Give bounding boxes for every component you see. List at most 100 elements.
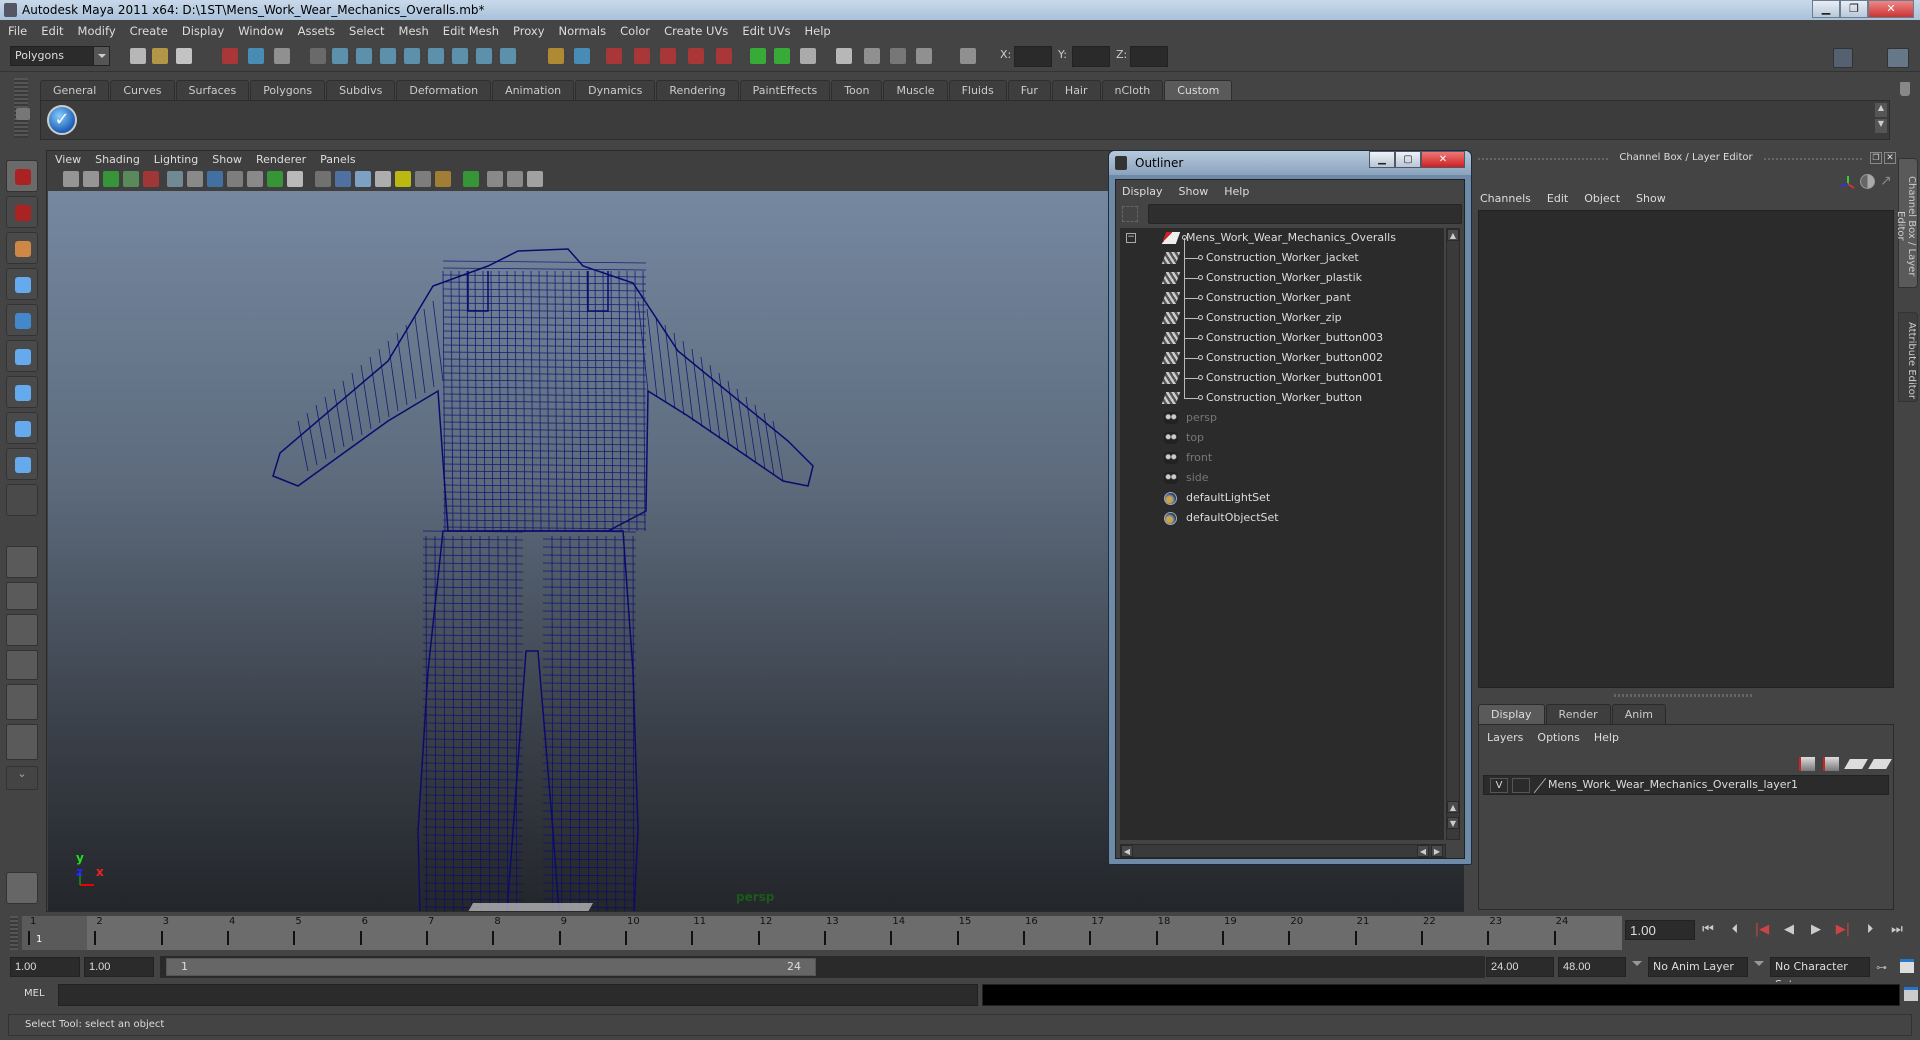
- outliner-item[interactable]: defaultObjectSet: [1120, 508, 1440, 528]
- smooth-shade-icon[interactable]: [335, 171, 351, 187]
- magnet-icon[interactable]: [606, 48, 622, 64]
- outliner-item[interactable]: front: [1120, 448, 1440, 468]
- layer-menu-help[interactable]: Help: [1594, 731, 1619, 744]
- shelf-tab-fluids[interactable]: Fluids: [948, 80, 1007, 100]
- shelf-tab-curves[interactable]: Curves: [110, 80, 175, 100]
- open-scene-icon[interactable]: [152, 48, 168, 64]
- magnet-live-icon[interactable]: [716, 48, 732, 64]
- manipulator-axes-icon[interactable]: [1840, 174, 1856, 190]
- animation-end-field[interactable]: [1558, 957, 1626, 977]
- channel-list[interactable]: [1478, 210, 1894, 688]
- menu-window[interactable]: Window: [238, 24, 283, 38]
- x-field[interactable]: [1014, 46, 1052, 67]
- outliner-maximize-button[interactable]: ▢: [1395, 151, 1421, 168]
- y-field[interactable]: [1072, 46, 1110, 67]
- outliner-title-bar[interactable]: Outliner ▁ ▢ ✕: [1109, 151, 1471, 175]
- outliner-item[interactable]: Construction_Worker_zip: [1120, 308, 1440, 328]
- menu-edit-mesh[interactable]: Edit Mesh: [443, 24, 499, 38]
- panel-menu-lighting[interactable]: Lighting: [154, 153, 198, 166]
- outliner-item[interactable]: top: [1120, 428, 1440, 448]
- menu-create-uvs[interactable]: Create UVs: [664, 24, 728, 38]
- layer-tab-display[interactable]: Display: [1478, 704, 1545, 724]
- snap-point-icon[interactable]: [380, 48, 396, 64]
- select-tool-icon[interactable]: [6, 160, 38, 192]
- shelf-tab-animation[interactable]: Animation: [492, 80, 575, 100]
- range-slider-handle[interactable]: 1 24: [166, 958, 816, 976]
- shelf-tab-surfaces[interactable]: Surfaces: [175, 80, 250, 100]
- lasso-tool-icon[interactable]: [6, 196, 38, 228]
- shelf-tab-toon[interactable]: Toon: [831, 80, 883, 100]
- channel-box-menu-channels[interactable]: Channels: [1480, 192, 1531, 205]
- go-to-start-button[interactable]: ⏮: [1700, 922, 1716, 938]
- shelf-scroll-up-icon[interactable]: ▲: [1875, 103, 1887, 117]
- shelf-tab-subdivs[interactable]: Subdivs: [326, 80, 396, 100]
- xray-components-icon[interactable]: [527, 171, 543, 187]
- auto-key-icon[interactable]: ⊶: [1876, 961, 1887, 974]
- layer-visibility-toggle[interactable]: V: [1490, 778, 1508, 793]
- shadows-icon[interactable]: [435, 171, 451, 187]
- menu-modify[interactable]: Modify: [78, 24, 116, 38]
- film-gate-icon[interactable]: [187, 171, 203, 187]
- outliner-item[interactable]: Construction_Worker_button: [1120, 388, 1440, 408]
- shelf-tab-fur[interactable]: Fur: [1007, 80, 1051, 100]
- display-toggle-icon[interactable]: [1860, 174, 1875, 189]
- animation-start-field[interactable]: [10, 957, 80, 977]
- shelf-tab-deformation[interactable]: Deformation: [396, 80, 492, 100]
- outliner-minimize-button[interactable]: ▁: [1369, 151, 1395, 168]
- bookmarks-icon[interactable]: [103, 171, 119, 187]
- show-manip-icon[interactable]: [6, 448, 38, 480]
- output-ops-icon[interactable]: [774, 48, 790, 64]
- camera-tumble-icon[interactable]: [143, 171, 159, 187]
- play-forwards-button[interactable]: ▶: [1808, 922, 1824, 938]
- soft-mod-icon[interactable]: [6, 412, 38, 444]
- perspective-graph-layout-icon[interactable]: [6, 650, 38, 680]
- make-live-icon[interactable]: [428, 48, 444, 64]
- snap-icon[interactable]: [452, 48, 468, 64]
- channel-box-toggle-icon[interactable]: [1887, 48, 1909, 68]
- trash-icon[interactable]: [1900, 82, 1910, 96]
- outliner-item[interactable]: Mens_Work_Wear_Mechanics_Overalls: [1120, 228, 1440, 248]
- timeline-bar[interactable]: 1 1 2 3 4 5 6 7 8 9 10 11 12 13 14 15 16 17 18 19 20 21 22 23 2…: [22, 916, 1622, 950]
- menu-edit-uvs[interactable]: Edit UVs: [742, 24, 790, 38]
- scale-tool-icon[interactable]: [6, 340, 38, 372]
- shelf-tab-polygons[interactable]: Polygons: [250, 80, 326, 100]
- outliner-item[interactable]: defaultLightSet: [1120, 488, 1440, 508]
- menu-file[interactable]: File: [8, 24, 27, 38]
- select-highlight-icon[interactable]: [574, 48, 590, 64]
- float-panel-icon[interactable]: ❐: [1870, 152, 1882, 164]
- magnet-curve-icon[interactable]: [634, 48, 650, 64]
- shelf-tab-dynamics[interactable]: Dynamics: [575, 80, 656, 100]
- rotate-tool-icon[interactable]: [6, 304, 38, 336]
- universal-manip-icon[interactable]: [6, 376, 38, 408]
- current-time-field[interactable]: [1625, 920, 1695, 940]
- scroll-right-icon[interactable]: ▶: [1431, 845, 1443, 857]
- input-ops-icon[interactable]: [750, 48, 766, 64]
- outliner-close-button[interactable]: ✕: [1421, 151, 1465, 168]
- scroll-up-icon[interactable]: ▲: [1447, 229, 1459, 241]
- scroll-left-icon[interactable]: ◀: [1121, 845, 1133, 857]
- xray-icon[interactable]: [487, 171, 503, 187]
- attribute-editor-toggle-icon[interactable]: [1833, 48, 1853, 68]
- channel-box-menu-show[interactable]: Show: [1636, 192, 1666, 205]
- snap-icon[interactable]: [476, 48, 492, 64]
- snap-together-icon[interactable]: [960, 48, 976, 64]
- wireframe-on-shaded-icon[interactable]: [355, 171, 371, 187]
- grid-icon[interactable]: [167, 171, 183, 187]
- new-scene-icon[interactable]: [130, 48, 146, 64]
- shelf-scroll-down-icon[interactable]: ▼: [1875, 119, 1887, 133]
- shelf-tab-muscle[interactable]: Muscle: [883, 80, 948, 100]
- splitter-handle[interactable]: [1614, 694, 1754, 697]
- layer-tab-anim[interactable]: Anim: [1611, 704, 1666, 724]
- maximize-button[interactable]: ❐: [1840, 0, 1868, 18]
- mel-label[interactable]: MEL: [24, 988, 45, 999]
- layer-color-swatch-icon[interactable]: [1534, 778, 1546, 793]
- render-current-icon[interactable]: [864, 48, 880, 64]
- new-layer-from-selected-icon[interactable]: [1868, 759, 1892, 769]
- all-lights-icon[interactable]: [415, 171, 431, 187]
- timeline-grip[interactable]: [10, 916, 18, 950]
- render-view-icon[interactable]: [836, 48, 852, 64]
- channel-box-menu-object[interactable]: Object: [1584, 192, 1620, 205]
- select-by-hierarchy-icon[interactable]: [222, 48, 238, 64]
- layout-more-icon[interactable]: ⌄: [6, 766, 38, 790]
- single-perspective-layout-icon[interactable]: [6, 546, 38, 578]
